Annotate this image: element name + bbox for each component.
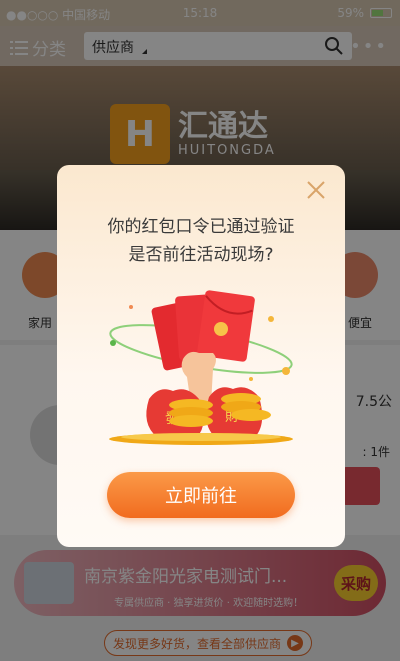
dialog-message-line2: 是否前往活动现场? xyxy=(128,245,274,265)
red-packet-illustration: 發 財 xyxy=(109,290,293,445)
red-packet-dialog: 你的红包口令已通过验证 是否前往活动现场? 發 財 立即前往 xyxy=(57,165,345,547)
dialog-message: 你的红包口令已通过验证 是否前往活动现场? xyxy=(57,213,345,269)
go-now-button[interactable]: 立即前往 xyxy=(107,472,295,518)
dialog-message-line1: 你的红包口令已通过验证 xyxy=(107,217,295,237)
close-icon[interactable] xyxy=(305,179,327,201)
